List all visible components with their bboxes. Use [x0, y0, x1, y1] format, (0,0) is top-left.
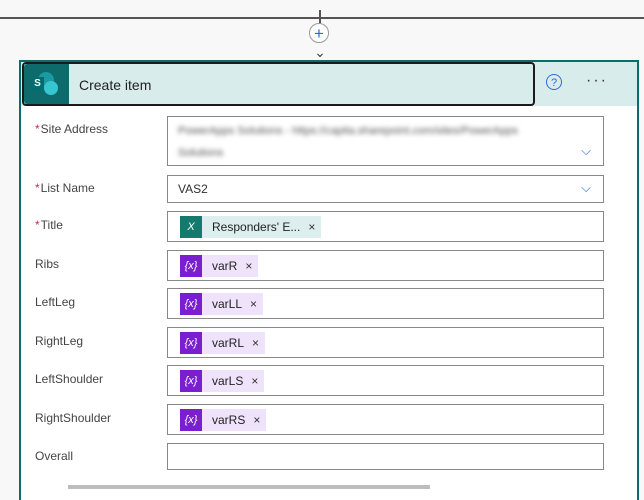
rightleg-field[interactable]: {x} varRL × [167, 327, 604, 358]
remove-token-button[interactable]: × [251, 370, 265, 392]
rightshoulder-label: RightShoulder [35, 411, 112, 425]
variable-icon: {x} [180, 293, 202, 315]
variable-token[interactable]: {x} varRL × [180, 332, 266, 354]
list-name-label: *List Name [35, 181, 95, 195]
arrow-down-icon: ⌄ [314, 44, 326, 60]
flow-connector-line [0, 17, 644, 19]
help-icon[interactable]: ? [546, 74, 562, 90]
remove-token-button[interactable]: × [250, 293, 264, 315]
variable-token[interactable]: {x} varLL × [180, 293, 264, 315]
horizontal-scrollbar[interactable] [68, 485, 430, 489]
more-options-icon[interactable]: ··· [586, 72, 608, 90]
variable-token[interactable]: {x} varR × [180, 255, 259, 277]
chevron-down-icon[interactable]: ⌵ [581, 180, 591, 196]
leftshoulder-label: LeftShoulder [35, 372, 104, 386]
create-item-action-card: S Create item ? ··· *Site Address PowerA… [19, 60, 639, 500]
site-address-dropdown[interactable]: PowerApps Solutions - https://capita.sha… [167, 116, 604, 166]
sharepoint-logo-icon: S [24, 64, 69, 104]
leftleg-label: LeftLeg [35, 295, 76, 309]
remove-token-button[interactable]: × [253, 409, 267, 431]
title-label: *Title [35, 218, 63, 232]
insert-step-button[interactable]: + [309, 23, 329, 43]
title-field[interactable]: X Responders' E... × [167, 211, 604, 242]
remove-token-button[interactable]: × [308, 216, 322, 238]
rightleg-label: RightLeg [35, 334, 84, 348]
action-title[interactable]: Create item [79, 77, 151, 93]
connector-line [319, 10, 321, 24]
rightshoulder-field[interactable]: {x} varRS × [167, 404, 604, 435]
variable-icon: {x} [180, 255, 202, 277]
action-header[interactable]: S Create item ? ··· [21, 62, 637, 106]
overall-field[interactable] [167, 443, 604, 470]
variable-icon: {x} [180, 370, 202, 392]
dynamic-content-token[interactable]: X Responders' E... × [180, 216, 322, 238]
ribs-field[interactable]: {x} varR × [167, 250, 604, 281]
remove-token-button[interactable]: × [252, 332, 266, 354]
variable-icon: {x} [180, 332, 202, 354]
chevron-down-icon[interactable]: ⌵ [581, 143, 591, 159]
variable-token[interactable]: {x} varLS × [180, 370, 265, 392]
overall-label: Overall [35, 449, 74, 463]
list-name-dropdown[interactable]: VAS2 ⌵ [167, 175, 604, 203]
leftshoulder-field[interactable]: {x} varLS × [167, 365, 604, 396]
variable-icon: {x} [180, 409, 202, 431]
action-title-bar[interactable]: S Create item [22, 62, 535, 106]
site-address-label: *Site Address [35, 122, 109, 136]
leftleg-field[interactable]: {x} varLL × [167, 288, 604, 319]
excel-icon: X [180, 216, 202, 238]
remove-token-button[interactable]: × [245, 255, 259, 277]
variable-token[interactable]: {x} varRS × [180, 409, 267, 431]
ribs-label: Ribs [35, 257, 60, 271]
